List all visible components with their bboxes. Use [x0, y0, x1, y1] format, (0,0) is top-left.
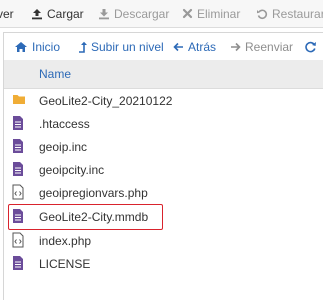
- delete-button[interactable]: Eliminar: [182, 0, 240, 27]
- download-icon: [98, 8, 110, 20]
- file-name: geoipcity.inc: [39, 162, 105, 177]
- file-name: LICENSE: [39, 256, 91, 271]
- restore-icon: [256, 8, 268, 20]
- table-row[interactable]: geoip.inc: [4, 135, 323, 158]
- table-row[interactable]: geoipregionvars.php: [4, 181, 323, 204]
- reload-button[interactable]: [304, 33, 321, 61]
- download-button[interactable]: Descargar: [98, 0, 169, 27]
- highlight-box: [8, 204, 163, 230]
- file-text-icon: [12, 115, 24, 134]
- table-row[interactable]: geoipcity.inc: [4, 158, 323, 181]
- file-name: geoipregionvars.php: [39, 185, 148, 200]
- restore-button[interactable]: Restaurar: [256, 0, 323, 27]
- table-header: Name: [4, 60, 323, 89]
- file-text-icon: [12, 255, 24, 274]
- navigation-bar: Inicio Subir un nivel Atrás Reenviar: [3, 32, 323, 62]
- file-text-icon: [12, 138, 24, 157]
- up-level-link[interactable]: Subir un nivel: [77, 33, 164, 61]
- file-name: .htaccess: [39, 116, 90, 131]
- table-row[interactable]: index.php: [4, 229, 323, 252]
- file-toolbar: ver Cargar Descargar Eliminar Restaurar: [0, 0, 323, 28]
- name-column-header[interactable]: Name: [39, 60, 71, 88]
- file-code-icon: [12, 184, 24, 203]
- arrow-right-icon: [230, 42, 241, 52]
- forward-link[interactable]: Reenviar: [230, 33, 293, 61]
- file-text-icon: [12, 161, 24, 180]
- table-row[interactable]: .htaccess: [4, 112, 323, 135]
- back-link[interactable]: Atrás: [173, 33, 216, 61]
- arrow-left-icon: [173, 42, 184, 52]
- home-icon: [14, 41, 28, 53]
- table-row[interactable]: LICENSE: [4, 252, 323, 275]
- reload-icon: [304, 41, 317, 53]
- home-link[interactable]: Inicio: [14, 33, 60, 61]
- file-code-icon: [12, 232, 24, 251]
- close-icon: [182, 8, 193, 19]
- file-name: geoip.inc: [39, 139, 88, 154]
- upload-button[interactable]: Cargar: [31, 0, 84, 27]
- level-up-icon: [77, 41, 87, 53]
- file-name: GeoLite2-City_20210122: [39, 93, 173, 108]
- table-row[interactable]: GeoLite2-City_20210122: [4, 89, 323, 112]
- folder-icon: [12, 92, 26, 109]
- view-button[interactable]: ver: [0, 0, 14, 27]
- file-name: index.php: [39, 233, 92, 248]
- file-list: Name GeoLite2-City_20210122 .htaccess ge…: [3, 60, 323, 300]
- upload-icon: [31, 8, 43, 20]
